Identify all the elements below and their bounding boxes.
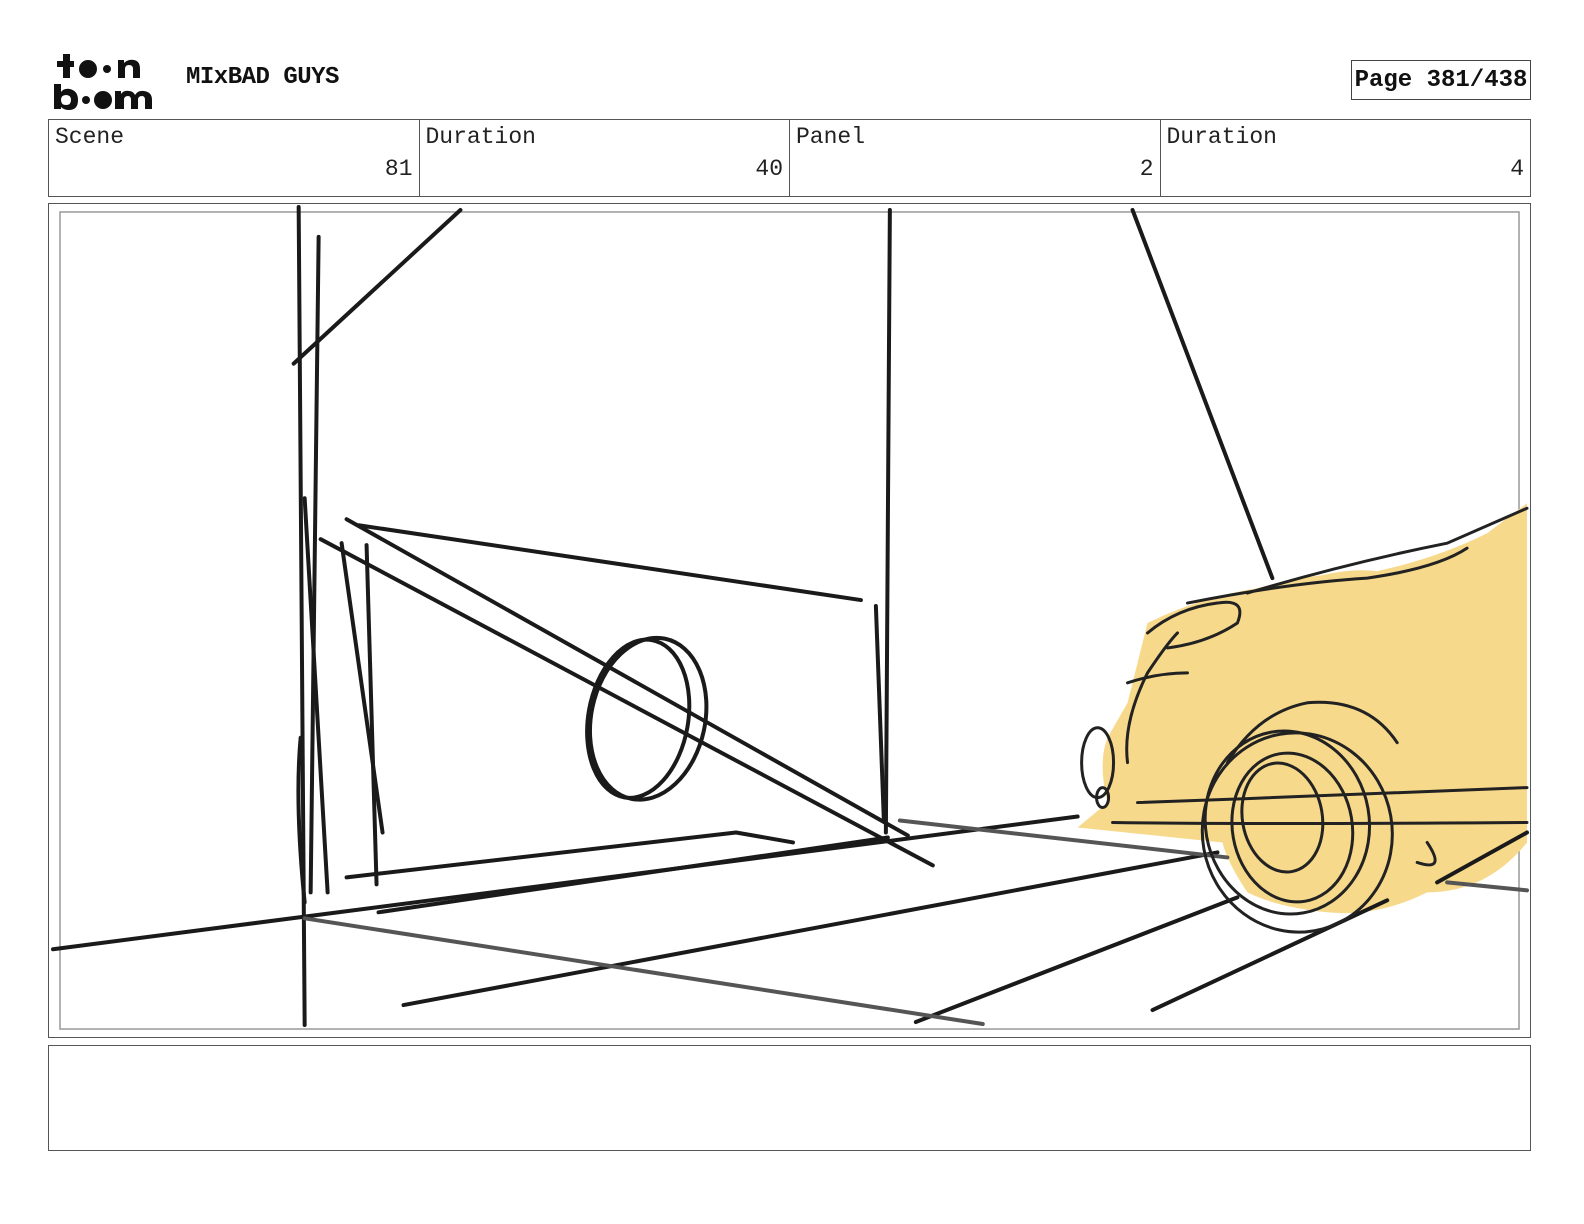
- page-number: Page 381/438: [1351, 60, 1531, 100]
- panel-duration-cell: Duration 4: [1161, 120, 1531, 196]
- scene-cell: Scene 81: [49, 120, 420, 196]
- panel-cell: Panel 2: [790, 120, 1161, 196]
- toon-boom-logo: [54, 54, 152, 110]
- project-title: MIxBAD GUYS: [186, 64, 339, 91]
- scene-duration-cell: Duration 40: [420, 120, 790, 196]
- panel-sketch: [50, 204, 1530, 1030]
- panel-duration-value: 4: [1510, 156, 1524, 182]
- notes-box: [48, 1045, 1531, 1151]
- panel-duration-label: Duration: [1166, 124, 1277, 150]
- scene-duration-label: Duration: [425, 124, 536, 150]
- scene-info-row: Scene 81 Duration 40 Panel 2 Duration 4: [48, 119, 1531, 197]
- panel-label: Panel: [796, 124, 866, 150]
- scene-label: Scene: [55, 124, 125, 150]
- panel-value: 2: [1139, 156, 1154, 182]
- car-body: [1077, 503, 1528, 914]
- scene-value: 81: [384, 156, 413, 182]
- scene-duration-value: 40: [755, 156, 783, 182]
- storyboard-panel: [48, 203, 1531, 1038]
